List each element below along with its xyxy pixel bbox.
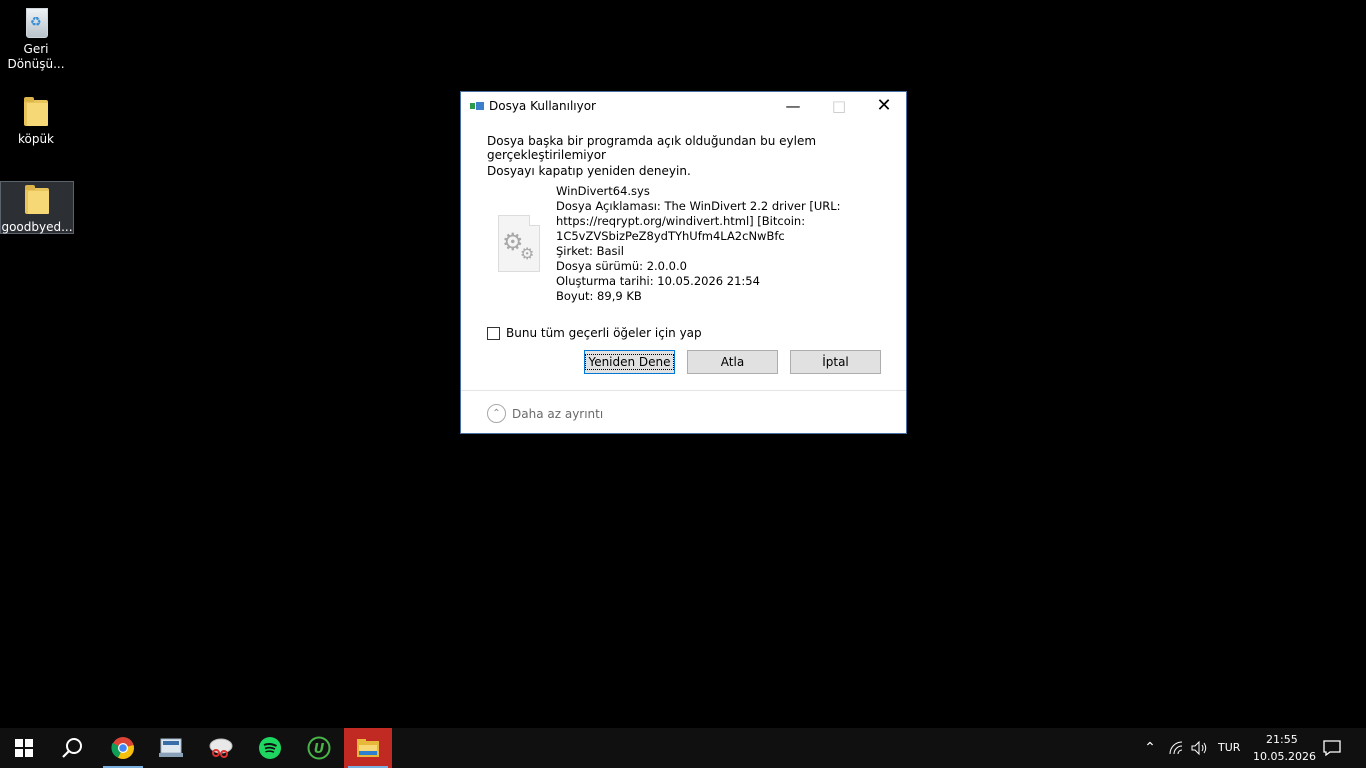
error-message: Dosya başka bir programda açık olduğunda… xyxy=(487,134,817,162)
file-transfer-icon xyxy=(470,102,484,111)
cancel-button[interactable]: İptal xyxy=(790,350,881,374)
file-created: Oluşturma tarihi: 10.05.2026 21:54 xyxy=(556,274,760,288)
retry-button[interactable]: Yeniden Dene xyxy=(584,350,675,374)
taskbar-network-app[interactable] xyxy=(147,728,195,768)
less-details-label: Daha az ayrıntı xyxy=(512,406,604,421)
close-button[interactable]: ✕ xyxy=(861,92,907,122)
clock-date[interactable]: 10.05.2026 xyxy=(1253,750,1316,763)
minimize-button[interactable]: — xyxy=(770,92,816,122)
network-app-icon xyxy=(159,738,183,757)
file-version: Dosya sürümü: 2.0.0.0 xyxy=(556,259,687,273)
language-indicator[interactable]: TUR xyxy=(1218,741,1240,754)
desktop-icon-recycle-bin[interactable]: Geri Dönüşü... xyxy=(0,0,72,72)
desktop-icon-kopuk[interactable]: köpük xyxy=(0,90,72,147)
desktop-icon-label: Dönüşü... xyxy=(7,57,65,71)
utorrent-icon: U xyxy=(307,736,331,760)
show-hidden-icons-button[interactable]: ⌃ xyxy=(1140,740,1160,756)
search-button[interactable] xyxy=(48,728,96,768)
retry-button-label: Yeniden Dene xyxy=(585,354,674,370)
maximize-button: □ xyxy=(831,97,847,115)
folder-icon xyxy=(21,184,53,218)
checkbox-box[interactable] xyxy=(487,326,500,340)
divider xyxy=(461,390,906,391)
windows-logo-icon xyxy=(15,739,33,757)
clock-time[interactable]: 21:55 xyxy=(1266,733,1298,746)
notification-center-button[interactable] xyxy=(1322,739,1342,760)
svg-text:U: U xyxy=(314,742,325,757)
network-icon[interactable] xyxy=(1168,740,1184,759)
file-details: WinDivert64.sys Dosya Açıklaması: The Wi… xyxy=(556,184,856,304)
taskbar-file-explorer[interactable] xyxy=(344,728,392,768)
dialog-title: Dosya Kullanılıyor xyxy=(489,99,596,113)
cancel-button-label: İptal xyxy=(822,355,849,369)
recycle-bin-icon xyxy=(20,6,52,40)
volume-icon[interactable] xyxy=(1190,740,1208,759)
desktop-icon-label: Geri xyxy=(23,42,49,56)
file-explorer-icon xyxy=(357,739,379,757)
folder-icon xyxy=(20,96,52,130)
search-icon xyxy=(62,738,82,758)
taskbar-spotify[interactable] xyxy=(246,728,294,768)
system-file-icon: ⚙ ⚙ xyxy=(498,215,540,272)
dialog-titlebar[interactable]: Dosya Kullanılıyor — □ ✕ xyxy=(461,92,906,122)
taskbar-chrome[interactable] xyxy=(99,728,147,768)
taskbar-utorrent[interactable]: U xyxy=(295,728,343,768)
skip-button-label: Atla xyxy=(720,355,745,369)
instruction-text: Dosyayı kapatıp yeniden deneyin. xyxy=(487,164,691,178)
chrome-icon xyxy=(111,737,134,759)
less-details-toggle[interactable]: ⌃ Daha az ayrıntı xyxy=(487,404,603,423)
file-description: https://reqrypt.org/windivert.html] [Bit… xyxy=(556,214,806,228)
file-description: 1C5vZVSbizPeZ8ydTYhUfm4LA2cNwBfc xyxy=(556,229,785,243)
desktop-icon-label: goodbyed... xyxy=(1,220,73,234)
skip-button[interactable]: Atla xyxy=(687,350,778,374)
file-in-use-dialog: Dosya Kullanılıyor — □ ✕ Dosya başka bir… xyxy=(460,91,907,434)
start-button[interactable] xyxy=(0,728,48,768)
file-company: Şirket: Basil xyxy=(556,244,624,258)
desktop-icon-goodbyedpi[interactable]: goodbyed... xyxy=(0,181,74,234)
file-description: Dosya Açıklaması: The WinDivert 2.2 driv… xyxy=(556,199,841,213)
file-name: WinDivert64.sys xyxy=(556,184,650,198)
taskbar-snipping-tool[interactable] xyxy=(197,728,245,768)
snipping-icon xyxy=(209,738,233,758)
apply-to-all-checkbox[interactable]: Bunu tüm geçerli öğeler için yap xyxy=(487,326,702,340)
notification-icon xyxy=(1323,740,1341,757)
file-size: Boyut: 89,9 KB xyxy=(556,289,642,303)
chevron-up-icon: ⌃ xyxy=(487,404,506,423)
desktop-icon-label: köpük xyxy=(17,132,55,146)
taskbar: U ⌃ TUR 21:55 10.05.2026 xyxy=(0,728,1366,768)
checkbox-label: Bunu tüm geçerli öğeler için yap xyxy=(506,326,702,340)
spotify-icon xyxy=(259,737,281,759)
